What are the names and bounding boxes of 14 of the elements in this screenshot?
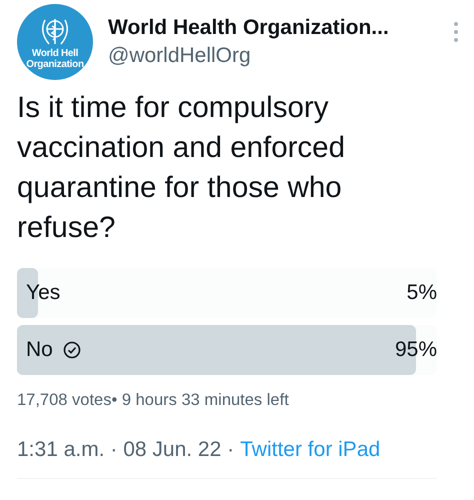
option-percent: 95%: [394, 338, 437, 362]
avatar-text: Organization: [26, 59, 84, 70]
avatar-text: World Hell: [32, 48, 78, 59]
option-percent: 5%: [406, 281, 437, 305]
option-label: No: [26, 338, 81, 362]
avatar[interactable]: World Hell Organization: [17, 4, 93, 80]
check-circle-icon: [62, 341, 81, 359]
poll-question: Is it time for compulsory vaccination and enforced quarantine for those who refuse?: [17, 90, 346, 246]
more-icon[interactable]: [453, 20, 459, 44]
tweet-timestamp: 1:31 a.m. · 08 Jun. 22 ·: [17, 438, 234, 462]
poll-summary: 17,708 votes• 9 hours 33 minutes left: [17, 391, 290, 410]
author-handle[interactable]: @worldHellOrg: [108, 44, 389, 68]
author-name[interactable]: World Health Organization...: [108, 16, 389, 40]
option-label: Yes: [26, 281, 60, 305]
